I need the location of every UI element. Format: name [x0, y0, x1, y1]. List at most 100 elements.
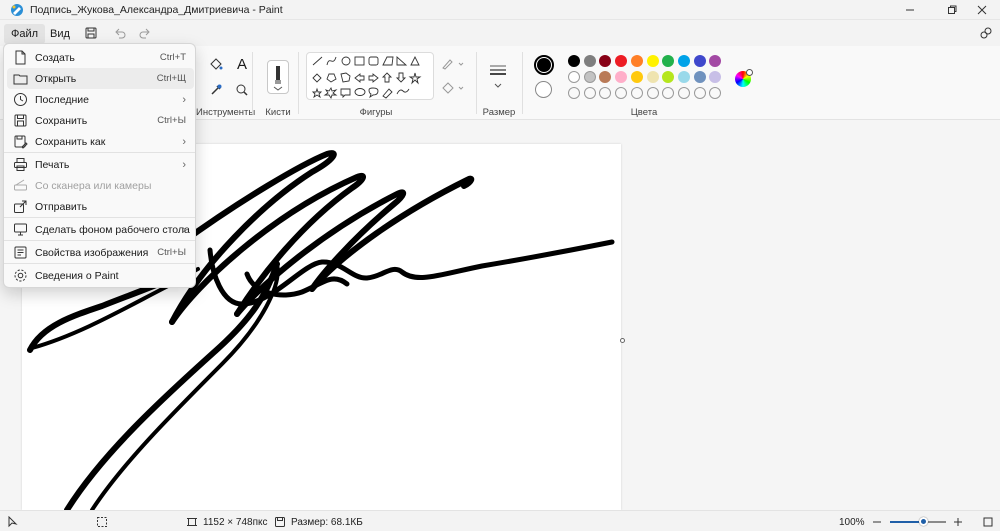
- ribbon-separator: [252, 52, 253, 114]
- custom-color-slot[interactable]: [677, 87, 690, 99]
- window-title: Подпись_Жукова_Александра_Дмитриевича - …: [30, 4, 283, 16]
- file-menu-item-label: Сделать фоном рабочего стола: [35, 223, 190, 236]
- file-menu-item-label: Печать: [35, 158, 70, 171]
- file-menu-item-label: Отправить: [35, 200, 88, 213]
- magnifier-tool[interactable]: [232, 80, 252, 100]
- color-swatch[interactable]: [677, 55, 690, 67]
- color-swatch[interactable]: [630, 55, 643, 67]
- file-menu-item[interactable]: Последние ›: [7, 89, 194, 110]
- custom-color-slot[interactable]: [583, 87, 596, 99]
- color-swatch[interactable]: [599, 71, 612, 83]
- ribbon-separator: [298, 52, 299, 114]
- zoom-out-button[interactable]: [872, 515, 882, 529]
- zoom-in-button[interactable]: [953, 515, 963, 529]
- primary-color[interactable]: [534, 55, 554, 75]
- file-menu-item[interactable]: Открыть Ctrl+Щ: [7, 68, 194, 89]
- custom-color-slot[interactable]: [693, 87, 706, 99]
- fill-shape-button[interactable]: [440, 78, 466, 98]
- color-swatch[interactable]: [646, 71, 659, 83]
- file-menu-item[interactable]: Создать Ctrl+T: [7, 47, 194, 68]
- gear-icon: [13, 268, 28, 283]
- edit-colors-button[interactable]: [735, 69, 753, 87]
- undo-button[interactable]: [112, 25, 128, 41]
- color-swatch[interactable]: [615, 71, 628, 83]
- title-bar: Подпись_Жукова_Александра_Дмитриевича - …: [0, 0, 1000, 20]
- fit-window-button[interactable]: [983, 515, 993, 529]
- file-menu-item[interactable]: Сделать фоном рабочего стола ›: [7, 219, 194, 240]
- file-menu-item-label: Со сканера или камеры: [35, 179, 152, 192]
- outline-button[interactable]: [440, 54, 466, 74]
- color-swatch[interactable]: [583, 55, 596, 67]
- color-swatch[interactable]: [568, 55, 580, 67]
- group-label-brushes: Кисти: [265, 107, 291, 118]
- menu-file[interactable]: Файл: [4, 24, 46, 44]
- printer-icon: [13, 157, 28, 172]
- brush-icon: [273, 66, 283, 91]
- custom-color-slot[interactable]: [615, 87, 628, 99]
- minimize-icon: [906, 9, 914, 11]
- color-swatch[interactable]: [583, 71, 596, 83]
- share-icon: [13, 199, 28, 214]
- shapes-gallery: [306, 52, 434, 100]
- fit-icon: [983, 517, 993, 527]
- ribbon-separator: [476, 52, 477, 114]
- canvas-resize-handle[interactable]: [620, 338, 625, 343]
- new-file-icon: [13, 50, 28, 65]
- chevron-right-icon: ›: [182, 223, 186, 236]
- color-swatch[interactable]: [693, 71, 706, 83]
- dimensions-text: 1152 × 748пкс: [203, 516, 268, 528]
- file-menu-item: Со сканера или камеры: [7, 175, 194, 196]
- shapes-icons: [311, 55, 422, 100]
- color-swatch[interactable]: [599, 55, 612, 67]
- color-swatch[interactable]: [709, 55, 722, 67]
- minimize-button[interactable]: [892, 0, 928, 20]
- zoom-slider[interactable]: [890, 521, 946, 523]
- custom-color-slot[interactable]: [709, 87, 722, 99]
- fill-tool[interactable]: [206, 54, 226, 74]
- save-icon: [85, 27, 97, 39]
- color-swatch[interactable]: [568, 71, 580, 83]
- file-menu-item[interactable]: Свойства изображения Ctrl+Ы: [7, 242, 194, 263]
- disk-icon: [275, 517, 285, 527]
- redo-button[interactable]: [137, 25, 153, 41]
- file-menu-item[interactable]: Печать ›: [7, 154, 194, 175]
- selection-size: [96, 515, 108, 529]
- size-button[interactable]: [486, 60, 510, 90]
- file-menu-item[interactable]: Сохранить Ctrl+Ы: [7, 110, 194, 131]
- color-swatch[interactable]: [693, 55, 706, 67]
- canvas-size-icon: [187, 518, 197, 526]
- color-swatch[interactable]: [630, 71, 643, 83]
- close-window-button[interactable]: [964, 0, 1000, 20]
- quick-save-button[interactable]: [83, 25, 99, 41]
- zoom-slider-thumb[interactable]: [919, 517, 929, 526]
- file-menu-item[interactable]: Сведения о Paint: [7, 265, 194, 286]
- custom-color-slot[interactable]: [568, 87, 580, 99]
- color-picker-tool[interactable]: [206, 80, 226, 100]
- image-dimensions: 1152 × 748пкс: [186, 515, 268, 529]
- color-swatch[interactable]: [677, 71, 690, 83]
- color-swatch[interactable]: [662, 55, 675, 67]
- color-swatch[interactable]: [662, 71, 675, 83]
- menu-separator: [4, 152, 195, 153]
- custom-color-slot[interactable]: [630, 87, 643, 99]
- color-swatch[interactable]: [709, 71, 722, 83]
- custom-color-slot[interactable]: [662, 87, 675, 99]
- group-label-size: Размер: [482, 107, 516, 118]
- secondary-color[interactable]: [535, 81, 552, 98]
- file-menu-item[interactable]: Сохранить как ›: [7, 131, 194, 152]
- custom-color-slot[interactable]: [599, 87, 612, 99]
- group-label-shapes: Фигуры: [359, 107, 393, 118]
- account-button[interactable]: [978, 25, 994, 41]
- text-tool[interactable]: A: [232, 54, 252, 74]
- color-swatch[interactable]: [646, 55, 659, 67]
- plus-icon: [746, 69, 753, 76]
- file-menu-item[interactable]: Отправить: [7, 196, 194, 217]
- primary-color-fill: [537, 58, 551, 72]
- zoom-level[interactable]: 100%: [839, 515, 865, 529]
- brushes-button[interactable]: [267, 60, 289, 94]
- file-menu-item-shortcut: Ctrl+Ы: [157, 247, 186, 258]
- custom-color-slot[interactable]: [646, 87, 659, 99]
- color-swatch[interactable]: [615, 55, 628, 67]
- menu-view[interactable]: Вид: [43, 24, 77, 44]
- properties-icon: [13, 245, 28, 260]
